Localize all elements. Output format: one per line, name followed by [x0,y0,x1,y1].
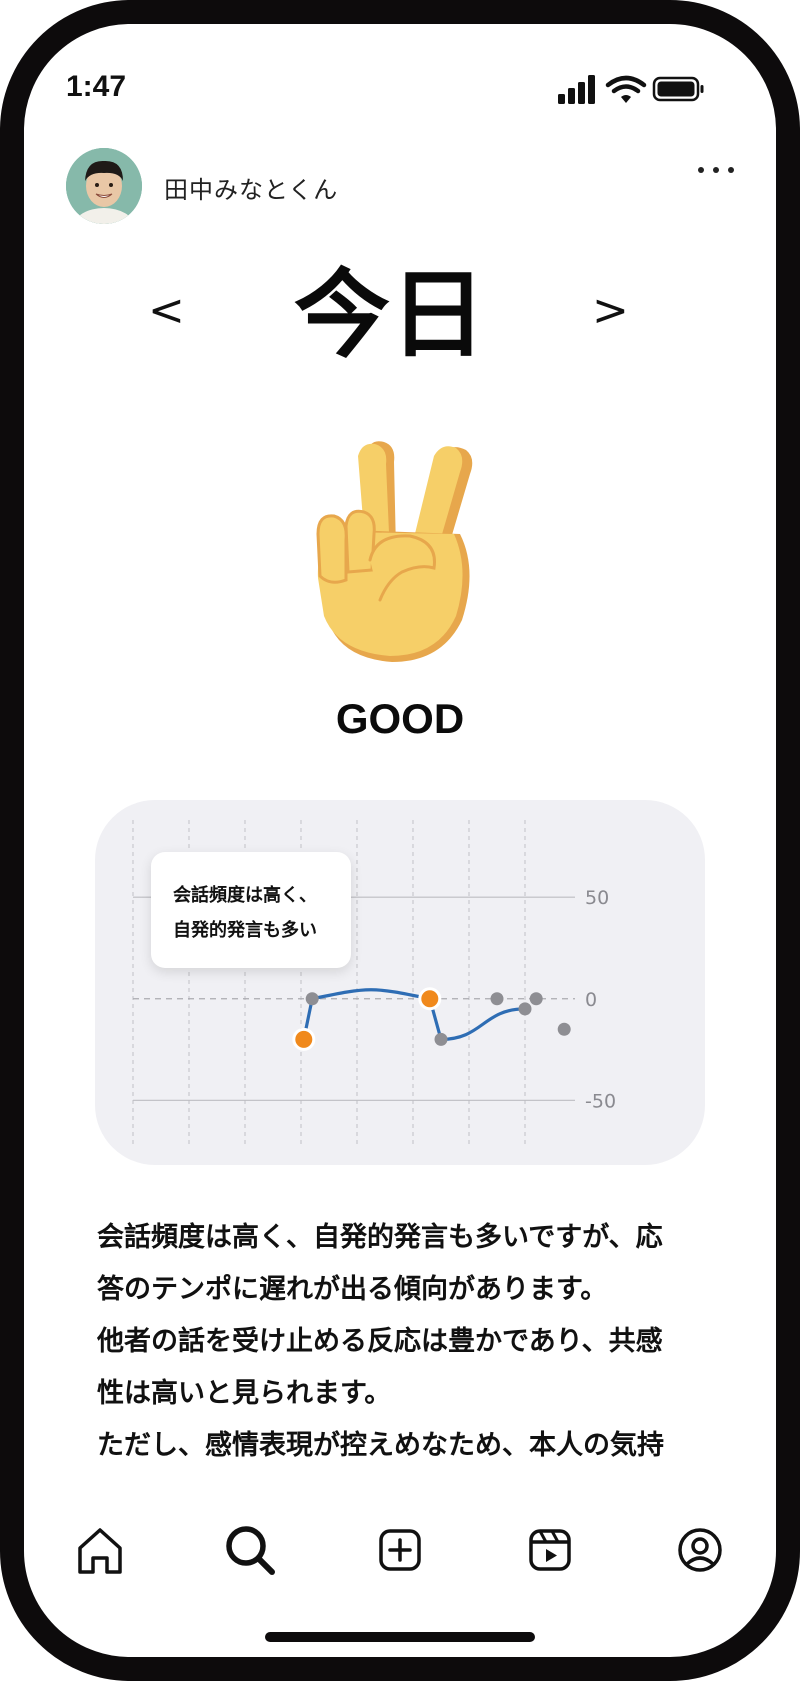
profile-icon [678,1528,722,1572]
dot-icon [698,167,704,173]
child-avatar [66,148,142,224]
description-line: 答のテンポに遅れが出る傾向があります。 [97,1274,608,1305]
day-title: 今日 [294,259,486,371]
tooltip-line: 会話頻度は高く、 [173,885,317,906]
chart-card: 50 0 -50 会話頻度は高く、 自発的発言も多い [95,800,705,1165]
rating-label: GOOD [335,695,465,742]
create-post-icon [379,1529,421,1571]
phone-screen: 1:47 田中みなとくん 今日 < > GOOD 50 0 -50 会話頻度は高… [0,0,800,1681]
y-tick-label: 50 [585,887,609,909]
data-point [529,992,543,1006]
more-options-button[interactable] [698,160,734,180]
tab-reels[interactable] [520,1520,580,1580]
signal-icon [558,75,704,104]
y-tick-label: -50 [585,1090,616,1112]
home-indicator[interactable] [265,1632,535,1642]
day-navigation: 今日 < > [140,255,640,375]
analysis-description: 会話頻度は高く、自発的発言も多いですが、応 答のテンポに遅れが出る傾向があります… [97,1212,717,1467]
dot-icon [728,167,734,173]
dot-icon [713,167,719,173]
profile-header: 田中みなとくん [66,148,746,228]
tab-profile[interactable] [670,1520,730,1580]
tab-create[interactable] [370,1520,430,1580]
description-line: 他者の話を受け止める反応は豊かであり、共感 [97,1326,663,1357]
tooltip-line: 自発的発言も多い [173,920,317,941]
data-point [305,992,319,1006]
tab-search[interactable] [220,1520,280,1580]
previous-day-button[interactable]: < [148,285,185,336]
data-point [434,1032,448,1046]
profile-name: 田中みなとくん [164,176,339,204]
wifi-icon [605,75,647,103]
avatar[interactable] [66,148,142,224]
description-line: ただし、感情表現が控えめなため、本人の気持 [97,1430,664,1461]
data-point [518,1002,532,1016]
battery-icon [652,76,704,102]
status-icons [558,74,708,104]
tab-bar [60,1520,740,1580]
victory-hand-icon [310,430,490,670]
status-time: 1:47 [66,70,127,103]
tab-home[interactable] [70,1520,130,1580]
highlight-point [418,987,442,1011]
data-point [557,1022,571,1036]
description-line: 性は高いと見られます。 [97,1378,392,1409]
data-point [490,992,504,1006]
description-line: 会話頻度は高く、自発的発言も多いですが、応 [97,1222,663,1253]
next-day-button[interactable]: > [592,285,629,336]
search-icon [226,1526,275,1575]
highlight-point [292,1027,316,1051]
status-bar: 1:47 [0,60,800,110]
reels-icon [529,1529,571,1571]
y-tick-label: 0 [585,989,597,1011]
chart-tooltip: 会話頻度は高く、 自発的発言も多い [151,852,351,968]
home-icon [78,1528,122,1574]
